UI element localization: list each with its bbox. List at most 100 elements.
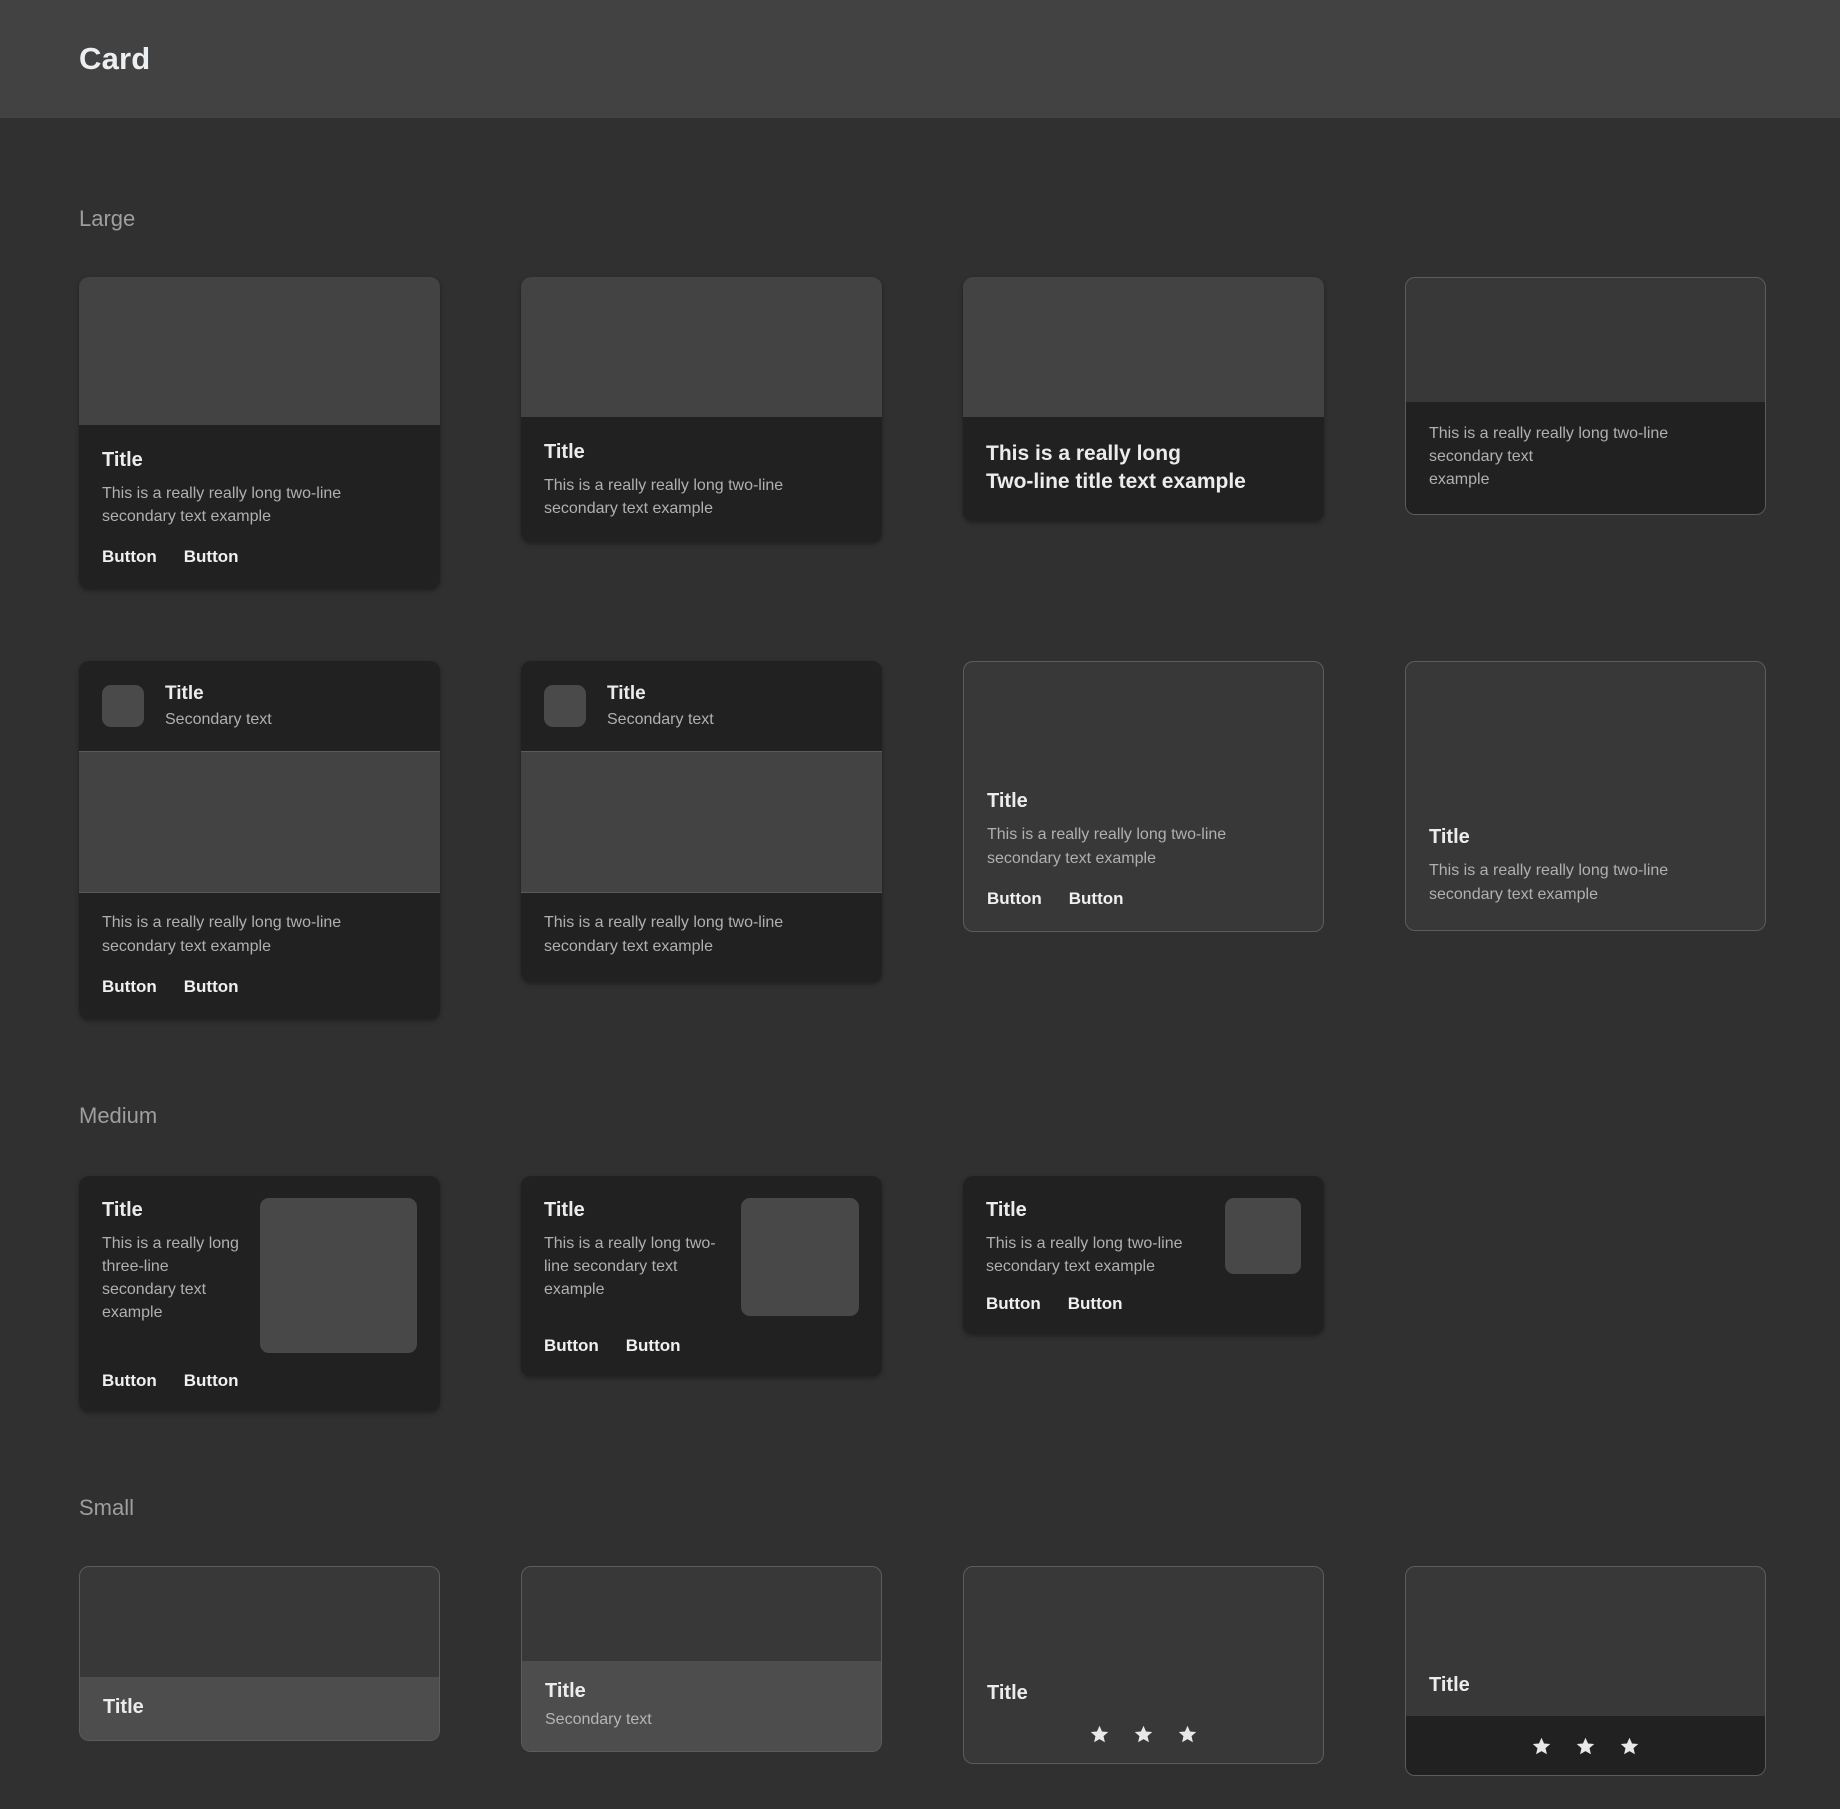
card-title: Title	[102, 1198, 143, 1221]
medium-card-main: Title This is a really long three-line s…	[102, 1197, 417, 1353]
small-card-2-column: Title Secondary text	[521, 1565, 882, 1753]
large-media-two-line-title-card[interactable]: This is a really long Two-line title tex…	[963, 277, 1324, 521]
medium-thumb-compact-card[interactable]: Title This is a really long two-line sec…	[963, 1175, 1324, 1335]
star-rating[interactable]	[987, 1720, 1300, 1745]
section-label-small: Small	[79, 1494, 135, 1520]
card-button-secondary[interactable]: Button	[1069, 889, 1124, 909]
thumbnail-placeholder-icon	[260, 1197, 417, 1353]
large-header-media-actions-card[interactable]: Title Secondary text This is a really re…	[79, 661, 440, 1019]
star-icon[interactable]	[1177, 1724, 1198, 1745]
media-placeholder-icon	[964, 1567, 1323, 1663]
section-small: Small Title Title Secondary text Title T…	[79, 1411, 1766, 1776]
card-button-secondary[interactable]: Button	[626, 1336, 681, 1356]
media-placeholder-icon	[1406, 1567, 1765, 1655]
section-medium: Medium Title This is a really long three…	[79, 1019, 1761, 1411]
card-button-primary[interactable]: Button	[102, 977, 157, 997]
card-button-primary[interactable]: Button	[987, 889, 1042, 909]
small-row-1: Title Title Secondary text Title Title	[79, 1565, 1766, 1776]
card-button-primary[interactable]: Button	[102, 1371, 157, 1391]
media-placeholder-icon	[79, 277, 440, 425]
card-rating	[1406, 1715, 1765, 1775]
card-header: Title Secondary text	[521, 661, 882, 751]
card-button-primary[interactable]: Button	[986, 1294, 1041, 1314]
star-icon[interactable]	[1619, 1736, 1640, 1757]
large-card-6-column: Title Secondary text This is a really re…	[521, 661, 882, 982]
star-icon[interactable]	[1089, 1724, 1110, 1745]
card-header-secondary: Secondary text	[165, 711, 272, 729]
card-actions: Button Button	[544, 1316, 859, 1356]
card-body: This is a really really long two-line se…	[1406, 402, 1765, 514]
card-button-secondary[interactable]: Button	[184, 1371, 239, 1391]
card-secondary-line-2: example	[1429, 471, 1490, 489]
large-elevated-media-actions-card[interactable]: Title This is a really really long two-l…	[79, 277, 440, 590]
large-outlined-text-actions-card[interactable]: Title This is a really really long two-l…	[963, 661, 1324, 932]
large-card-1-column: Title This is a really really long two-l…	[79, 277, 440, 590]
card-title-line-2: Two-line title text example	[986, 470, 1246, 494]
star-icon[interactable]	[1531, 1736, 1552, 1757]
card-button-secondary[interactable]: Button	[1068, 1294, 1123, 1314]
medium-thumb-three-line-card[interactable]: Title This is a really long three-line s…	[79, 1175, 440, 1411]
card-actions: Button Button	[79, 958, 440, 1019]
card-secondary-text: This is a really long two-line secondary…	[986, 1234, 1183, 1275]
star-icon[interactable]	[1133, 1724, 1154, 1745]
card-actions: Button Button	[964, 870, 1323, 931]
small-outlined-title-stars-card[interactable]: Title	[963, 1565, 1324, 1764]
avatar	[544, 685, 586, 728]
card-spacer	[963, 497, 1324, 521]
card-title: Title	[987, 1681, 1028, 1704]
medium-thumb-two-line-card[interactable]: Title This is a really long two-line sec…	[521, 1175, 882, 1376]
card-button-primary[interactable]: Button	[544, 1336, 599, 1356]
card-actions: Button Button	[102, 1353, 417, 1391]
card-body: This is a really really long two-line se…	[521, 893, 882, 957]
card-button-secondary[interactable]: Button	[184, 547, 239, 567]
card-button-primary[interactable]: Button	[102, 547, 157, 567]
media-placeholder-icon	[521, 751, 882, 894]
thumbnail-placeholder-icon	[1225, 1197, 1301, 1274]
large-card-7-column: Title This is a really really long two-l…	[963, 661, 1324, 932]
card-header-secondary: Secondary text	[607, 711, 714, 729]
card-body: This is a really really long two-line se…	[79, 893, 440, 957]
star-rating[interactable]	[1429, 1732, 1742, 1757]
large-card-5-column: Title Secondary text This is a really re…	[79, 661, 440, 1019]
card-footer: Title	[80, 1676, 439, 1740]
card-secondary-text: This is a really really long two-line se…	[102, 485, 342, 526]
large-row-1: Title This is a really really long two-l…	[79, 277, 1766, 590]
card-body: Title This is a really really long two-l…	[79, 425, 440, 528]
card-title: Title	[545, 1679, 586, 1702]
card-title: Title	[987, 790, 1028, 813]
card-actions: Button Button	[79, 528, 440, 589]
large-header-media-no-actions-card[interactable]: Title Secondary text This is a really re…	[521, 661, 882, 982]
small-title-dark-stars-footer-card[interactable]: Title	[1405, 1565, 1766, 1776]
card-title-line-1: This is a really long	[986, 442, 1181, 465]
card-secondary-text: This is a really long two-line secondary…	[544, 1234, 716, 1299]
large-elevated-media-no-actions-card[interactable]: Title This is a really really long two-l…	[521, 277, 882, 543]
card-actions: Button Button	[986, 1278, 1301, 1314]
medium-card-main: Title This is a really long two-line sec…	[986, 1197, 1301, 1278]
card-body: Title	[1406, 1655, 1765, 1716]
media-placeholder-icon	[80, 1567, 439, 1677]
app-bar: Card	[0, 0, 1840, 118]
large-card-3-column: This is a really long Two-line title tex…	[963, 277, 1324, 521]
media-placeholder-icon	[1406, 662, 1765, 802]
card-button-secondary[interactable]: Button	[184, 977, 239, 997]
large-outlined-text-only-card[interactable]: Title This is a really really long two-l…	[1405, 661, 1766, 931]
large-row-2: Title Secondary text This is a really re…	[79, 661, 1766, 1019]
small-media-title-footer-card[interactable]: Title	[79, 1565, 440, 1741]
small-media-title-secondary-footer-card[interactable]: Title Secondary text	[521, 1565, 882, 1753]
page-content: Large Title This is a really really long…	[0, 118, 1840, 1776]
card-header-title: Title	[165, 683, 204, 705]
card-spacer	[521, 520, 882, 542]
card-body: Title This is a really really long two-l…	[1406, 802, 1765, 905]
avatar	[102, 685, 144, 728]
media-placeholder-icon	[963, 277, 1324, 417]
card-header: Title Secondary text	[79, 661, 440, 751]
media-placeholder-icon	[79, 751, 440, 894]
card-header-title: Title	[607, 683, 646, 705]
large-outlined-media-secondary-card[interactable]: This is a really really long two-line se…	[1405, 277, 1766, 515]
media-placeholder-icon	[1406, 278, 1765, 402]
card-title: Title	[102, 449, 143, 471]
medium-row-1: Title This is a really long three-line s…	[79, 1175, 1761, 1411]
medium-card-texts: Title This is a really long two-line sec…	[544, 1198, 721, 1302]
star-icon[interactable]	[1575, 1736, 1596, 1757]
section-label-large: Large	[79, 206, 136, 231]
